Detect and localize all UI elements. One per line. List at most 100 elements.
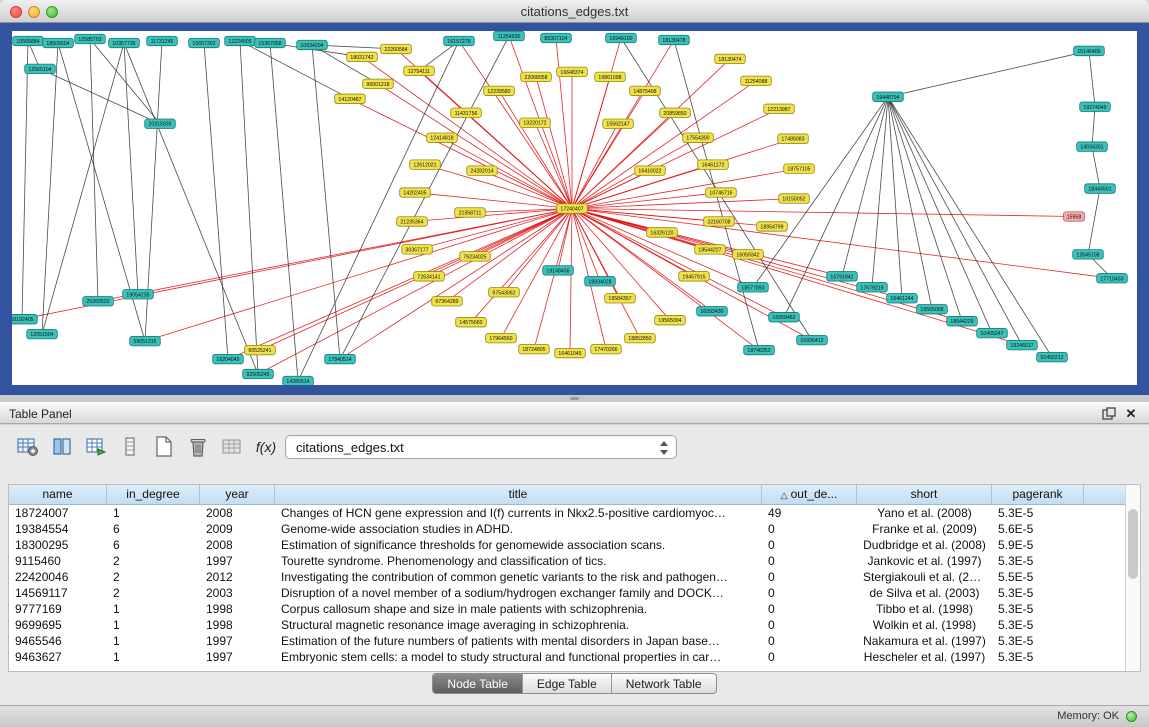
citation-edge-black[interactable] (888, 97, 962, 321)
graph-node[interactable]: 21358711 (455, 208, 486, 217)
graph-node[interactable]: 17470266 (591, 344, 622, 353)
graph-node[interactable]: 22260584 (381, 44, 412, 53)
graph-node[interactable]: 10657302 (189, 38, 220, 47)
graph-node[interactable]: 16461244 (887, 294, 918, 303)
cell-short[interactable]: Stergiakouli et al. (2012) (857, 569, 992, 585)
column-header-year[interactable]: year (200, 485, 275, 504)
cell-short[interactable]: Hescheler et al. (1997) (857, 649, 992, 665)
cell-out_de[interactable]: 0 (762, 537, 857, 553)
table-row[interactable]: 1456911722003Disruption of a novel membe… (9, 585, 1140, 601)
citation-edge-black[interactable] (40, 69, 160, 124)
select-columns-button[interactable] (48, 433, 76, 461)
table-row[interactable]: 969969511998Structural magnetic resonanc… (9, 617, 1140, 633)
citation-edge-red[interactable] (556, 38, 572, 209)
table-row[interactable]: 2242004622012Investigating the contribut… (9, 569, 1140, 585)
graph-node[interactable]: 12585703 (75, 34, 106, 43)
graph-node[interactable]: 20859850 (660, 108, 691, 117)
network-table-select[interactable]: citations_edges.txt (285, 435, 677, 459)
close-panel-icon[interactable]: ✕ (1123, 406, 1139, 422)
graph-node[interactable]: 19861098 (595, 72, 626, 81)
cell-title[interactable]: Structural magnetic resonance image aver… (275, 617, 762, 633)
graph-node[interactable]: 17964560 (486, 333, 517, 342)
graph-node[interactable]: 16461172 (698, 160, 729, 169)
graph-node[interactable]: 96001218 (363, 79, 394, 88)
graph-node[interactable]: 15367058 (255, 38, 286, 47)
citation-edge-black[interactable] (888, 51, 1089, 97)
cell-pagerank[interactable]: 5.3E-5 (992, 649, 1084, 665)
column-options-button[interactable] (116, 433, 144, 461)
cell-pagerank[interactable]: 5.3E-5 (992, 505, 1084, 521)
graph-node[interactable]: 17554300 (683, 133, 714, 142)
graph-node[interactable]: 19054135 (123, 290, 154, 299)
graph-node[interactable]: 14875408 (630, 86, 661, 95)
citation-edge-black[interactable] (312, 45, 340, 359)
cell-year[interactable]: 2003 (200, 585, 275, 601)
table-row[interactable]: 1830029562008Estimation of significance … (9, 537, 1140, 553)
graph-node[interactable]: 16157278 (444, 36, 475, 45)
column-header-title[interactable]: title (275, 485, 762, 504)
cell-name[interactable]: 9115460 (9, 553, 107, 569)
table-row[interactable]: 977716911998Corpus callosum shape and si… (9, 601, 1140, 617)
graph-node[interactable]: 16416022 (635, 166, 666, 175)
graph-node[interactable]: 18544229 (947, 316, 978, 325)
graph-node[interactable]: 18130478 (659, 35, 690, 44)
cell-year[interactable]: 1998 (200, 617, 275, 633)
graph-node[interactable]: 20315035 (145, 119, 176, 128)
citation-edge-black[interactable] (753, 97, 888, 287)
citation-edge-red[interactable] (425, 165, 572, 209)
cell-out_de[interactable]: 0 (762, 601, 857, 617)
graph-node[interactable]: 14120487 (335, 94, 366, 103)
tab-network-table[interactable]: Network Table (612, 674, 716, 693)
cell-out_de[interactable]: 0 (762, 649, 857, 665)
graph-node[interactable]: 16949100 (606, 33, 637, 42)
graph-node[interactable]: 15562147 (603, 119, 634, 128)
cell-year[interactable]: 2008 (200, 505, 275, 521)
table-vertical-scrollbar[interactable] (1125, 485, 1140, 671)
cell-short[interactable]: Tibbo et al. (1998) (857, 601, 992, 617)
graph-node[interactable]: 24282014 (467, 166, 498, 175)
graph-node[interactable]: 14575660 (456, 317, 487, 326)
citation-edge-red[interactable] (459, 41, 572, 209)
graph-node[interactable]: 12213987 (764, 104, 795, 113)
graph-node[interactable]: 10565884 (13, 36, 44, 45)
graph-node[interactable]: 16936412 (797, 335, 828, 344)
graph-node[interactable]: 85307104 (541, 33, 572, 42)
graph-node[interactable]: 12645108 (1073, 250, 1104, 259)
citation-edge-black[interactable] (90, 39, 160, 124)
citation-edge-black[interactable] (204, 43, 228, 359)
citation-edge-red[interactable] (415, 193, 572, 209)
graph-node[interactable]: 17485083 (778, 134, 809, 143)
cell-out_de[interactable]: 0 (762, 553, 857, 569)
cell-out_de[interactable]: 0 (762, 585, 857, 601)
graph-node[interactable]: 59051315 (130, 336, 161, 345)
cell-title[interactable]: Embryonic stem cells: a model to study s… (275, 649, 762, 665)
graph-node[interactable]: 12565104 (25, 64, 56, 73)
cell-in_degree[interactable]: 6 (107, 537, 200, 553)
citation-edge-black[interactable] (42, 43, 58, 334)
cell-title[interactable]: Tourette syndrome. Phenomenology and cla… (275, 553, 762, 569)
citation-edge-red[interactable] (442, 138, 572, 209)
cell-in_degree[interactable]: 1 (107, 633, 200, 649)
graph-node[interactable]: 19246517 (1007, 340, 1038, 349)
graph-node[interactable]: 18509504 (43, 38, 74, 47)
network-canvas[interactable]: 1724040712239580114317561241481812612021… (12, 31, 1137, 385)
citation-edge-black[interactable] (888, 97, 902, 298)
citation-edge-black[interactable] (1089, 51, 1095, 107)
cell-pagerank[interactable]: 5.3E-5 (992, 553, 1084, 569)
cell-in_degree[interactable]: 1 (107, 601, 200, 617)
graph-node[interactable]: 17679219 (857, 283, 888, 292)
cell-title[interactable]: Disruption of a novel member of a sodium… (275, 585, 762, 601)
cell-name[interactable]: 9699695 (9, 617, 107, 633)
graph-node[interactable]: 19148456 (543, 266, 574, 275)
graph-node[interactable]: 18544227 (695, 245, 726, 254)
cell-year[interactable]: 1997 (200, 633, 275, 649)
cell-short[interactable]: de Silva et al. (2003) (857, 585, 992, 601)
graph-node[interactable]: 14202405 (400, 188, 431, 197)
graph-node[interactable]: 97364289 (432, 297, 463, 306)
cell-in_degree[interactable]: 1 (107, 617, 200, 633)
cell-pagerank[interactable]: 5.5E-5 (992, 569, 1084, 585)
citation-edge-black[interactable] (270, 43, 298, 381)
graph-node[interactable]: 14034301 (1077, 142, 1108, 151)
graph-node[interactable]: 97543062 (489, 288, 520, 297)
cell-in_degree[interactable]: 2 (107, 553, 200, 569)
